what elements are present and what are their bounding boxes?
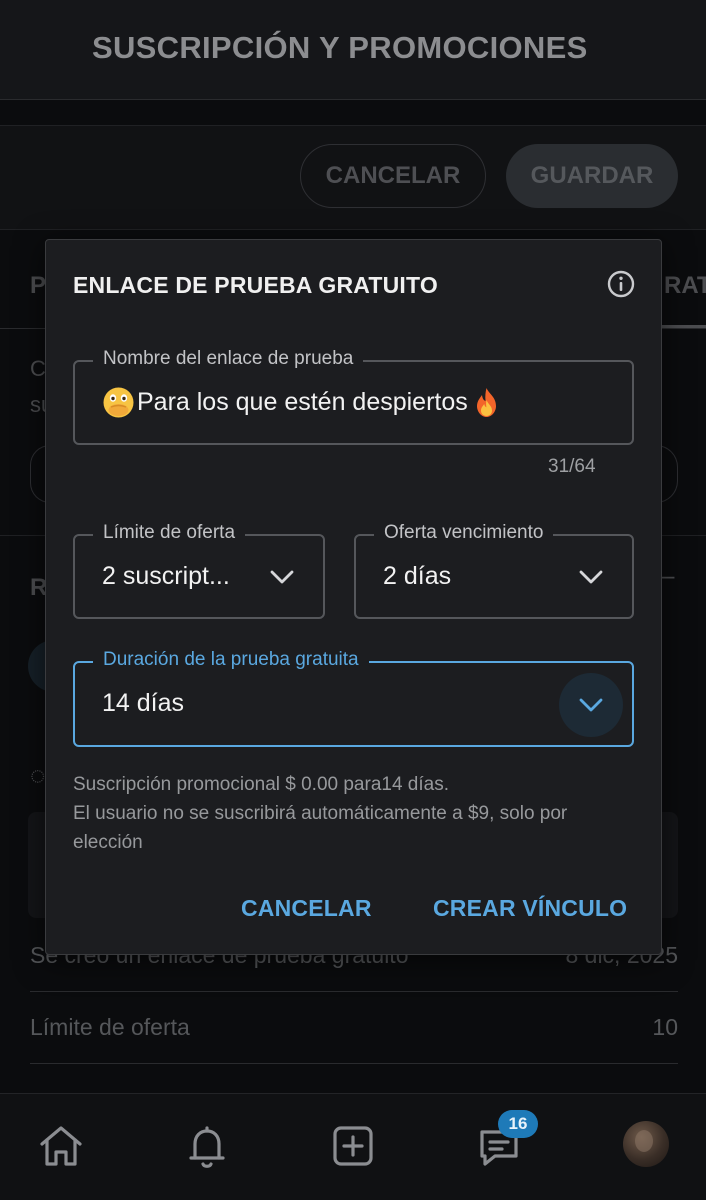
page-title: SUSCRIPCIÓN Y PROMOCIONES	[92, 30, 588, 65]
add-post-icon[interactable]	[325, 1118, 381, 1174]
notifications-icon[interactable]	[179, 1118, 235, 1174]
dialog-title: ENLACE DE PRUEBA GRATUITO	[73, 272, 438, 298]
chevron-down-icon	[577, 563, 605, 591]
trial-link-name-label: Nombre del enlace de prueba	[93, 348, 364, 370]
face-with-hand-over-mouth-icon	[102, 386, 135, 419]
trial-duration-select[interactable]: Duración de la prueba gratuita 14 días	[73, 649, 634, 747]
chevron-down-icon	[579, 698, 603, 712]
trial-link-name-field[interactable]: Nombre del enlace de prueba Para los que…	[73, 348, 634, 445]
offer-expiry-select[interactable]: Oferta vencimiento 2 días	[354, 522, 634, 619]
promo-line: El usuario no se suscribirá automáticame…	[73, 803, 568, 824]
offer-limit-select[interactable]: Límite de oferta 2 suscript...	[73, 522, 325, 619]
trial-link-name-value-wrapper: Para los que estén despiertos	[102, 386, 503, 419]
messages-badge: 16	[498, 1110, 538, 1138]
chevron-down-icon	[268, 563, 296, 591]
create-link-button[interactable]: CREAR VÍNCULO	[433, 895, 627, 922]
page-save-button[interactable]: GUARDAR	[506, 144, 678, 208]
background-text-fragment: C	[30, 356, 46, 381]
tab-free-trial-fragment[interactable]: RATU	[664, 272, 706, 300]
offer-expiry-value: 2 días	[383, 562, 452, 590]
app-header: SUSCRIPCIÓN Y PROMOCIONES	[0, 0, 706, 100]
tab-left-fragment[interactable]: P	[30, 272, 46, 300]
trial-duration-dropdown-button[interactable]	[559, 673, 623, 737]
home-icon[interactable]	[33, 1118, 89, 1174]
background-icon-fragment: ◌	[30, 760, 46, 790]
offer-limit-label: Límite de oferta	[93, 522, 246, 544]
row-value: 10	[652, 1014, 678, 1040]
character-counter: 31/64	[548, 456, 596, 477]
free-trial-link-dialog: ENLACE DE PRUEBA GRATUITO Nombre del enl…	[45, 239, 662, 955]
active-tab-indicator	[660, 325, 706, 328]
info-icon[interactable]	[606, 269, 636, 299]
background-dash-fragment: –	[660, 560, 675, 590]
offer-expiry-label: Oferta vencimiento	[374, 522, 554, 544]
row-label: Límite de oferta	[30, 1014, 190, 1040]
trial-duration-label: Duración de la prueba gratuita	[93, 649, 369, 671]
trial-duration-value: 14 días	[102, 689, 185, 717]
promo-line: elección	[73, 832, 143, 853]
trial-link-name-text: Para los que estén despiertos	[137, 388, 468, 416]
dialog-cancel-button[interactable]: CANCELAR	[241, 895, 372, 922]
promo-description: Suscripción promocional $ 0.00 para14 dí…	[73, 770, 643, 857]
profile-avatar[interactable]	[623, 1121, 669, 1167]
page-cancel-button[interactable]: CANCELAR	[300, 144, 486, 208]
table-row: Límite de oferta 10	[30, 992, 678, 1064]
offer-limit-value: 2 suscript...	[102, 562, 230, 590]
promo-line: Suscripción promocional $ 0.00 para14 dí…	[73, 774, 450, 795]
fire-icon	[470, 386, 503, 419]
